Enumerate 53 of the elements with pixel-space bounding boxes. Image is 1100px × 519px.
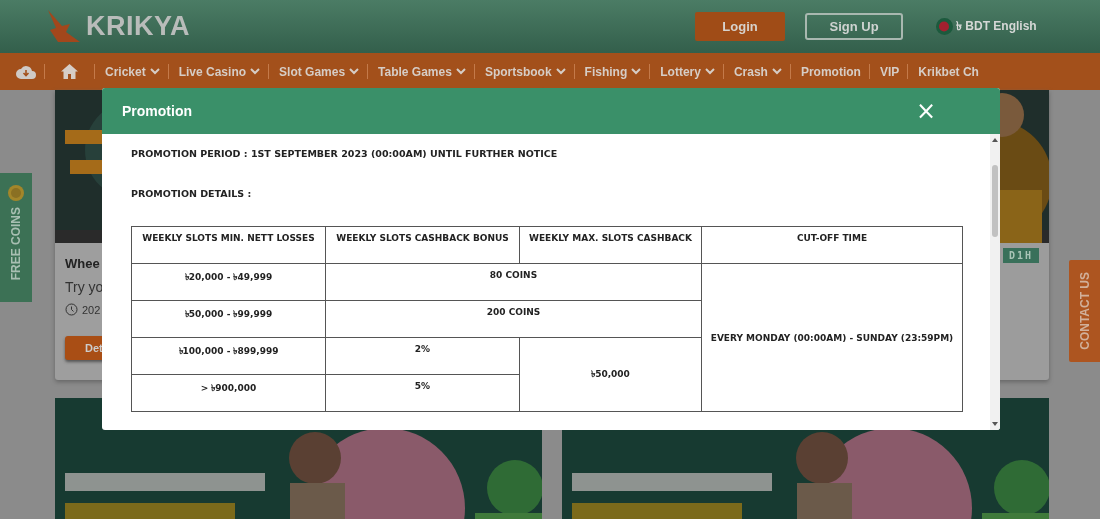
- nav-item[interactable]: Promotion: [798, 64, 861, 79]
- chevron-icon: [704, 68, 715, 75]
- nav-item[interactable]: VIP: [877, 64, 900, 79]
- chevron-icon: [149, 68, 160, 75]
- table-cell: 2%: [325, 337, 520, 375]
- chevron-icon: [555, 68, 566, 75]
- logo-icon: [46, 9, 82, 44]
- column-header: WEEKLY MAX. SLOTS CASHBACK: [519, 226, 702, 264]
- column-header: CUT-OFF TIME: [701, 226, 963, 264]
- chevron-icon: [771, 68, 782, 75]
- chevron-icon: [250, 68, 261, 75]
- card-date: 202: [82, 303, 101, 316]
- table-cell: > ৳900,000: [131, 374, 326, 412]
- nav-item[interactable]: Slot Games: [277, 64, 360, 79]
- free-coins-tab[interactable]: FREE COINS: [0, 173, 32, 302]
- column-header: WEEKLY SLOTS MIN. NETT LOSSES: [131, 226, 326, 264]
- table-cell: ৳20,000 - ৳49,999: [131, 263, 326, 301]
- chevron-icon: [349, 68, 360, 75]
- logo-text[interactable]: KRIKYA: [86, 11, 191, 42]
- dialog-title: Promotion: [122, 103, 192, 119]
- free-coins-label: FREE COINS: [9, 207, 23, 281]
- coin-icon: [8, 185, 24, 201]
- contact-us-tab[interactable]: CONTACT US: [1069, 260, 1100, 362]
- nav-item[interactable]: Crash: [731, 64, 782, 79]
- details-heading: PROMOTION DETAILS :: [131, 188, 253, 199]
- nav-item[interactable]: Table Games: [376, 64, 466, 79]
- table-cell: EVERY MONDAY (00:00AM) - SUNDAY (23:59PM): [701, 263, 963, 412]
- card-title: Whee: [65, 256, 100, 271]
- scrollbar[interactable]: [990, 134, 1000, 430]
- nav-item[interactable]: Lottery: [658, 64, 715, 79]
- table-cell: ৳100,000 - ৳899,999: [131, 337, 326, 375]
- clock-icon: [65, 303, 78, 316]
- table-cell: 80 COINS: [325, 263, 702, 301]
- scroll-down-icon[interactable]: [992, 422, 998, 426]
- signup-button[interactable]: Sign Up: [805, 13, 904, 40]
- language-selector[interactable]: ৳ BDT English: [956, 16, 1037, 37]
- chevron-icon: [455, 68, 466, 75]
- table-cell: ৳50,000 - ৳99,999: [131, 300, 326, 338]
- nav-item[interactable]: Krikbet Ch: [916, 64, 979, 79]
- nav-item[interactable]: Cricket: [103, 64, 160, 79]
- download-icon[interactable]: [16, 64, 36, 79]
- close-button[interactable]: ×: [915, 99, 936, 123]
- chevron-icon: [631, 68, 642, 75]
- flag-icon: [936, 18, 954, 35]
- contact-us-label: CONTACT US: [1077, 272, 1092, 350]
- nav-item[interactable]: Sportsbook: [482, 64, 566, 79]
- nav-item[interactable]: Live Casino: [176, 64, 261, 79]
- nav-item[interactable]: Fishing: [582, 64, 642, 79]
- home-icon[interactable]: [61, 64, 78, 79]
- column-header: WEEKLY SLOTS CASHBACK BONUS: [325, 226, 520, 264]
- login-button[interactable]: Login: [695, 12, 786, 41]
- promotion-period: PROMOTION PERIOD : 1ST SEPTEMBER 2023 (00:00AM) UNTIL FURTHER NOTICE: [131, 148, 559, 159]
- promo-code: D1H: [1002, 248, 1039, 263]
